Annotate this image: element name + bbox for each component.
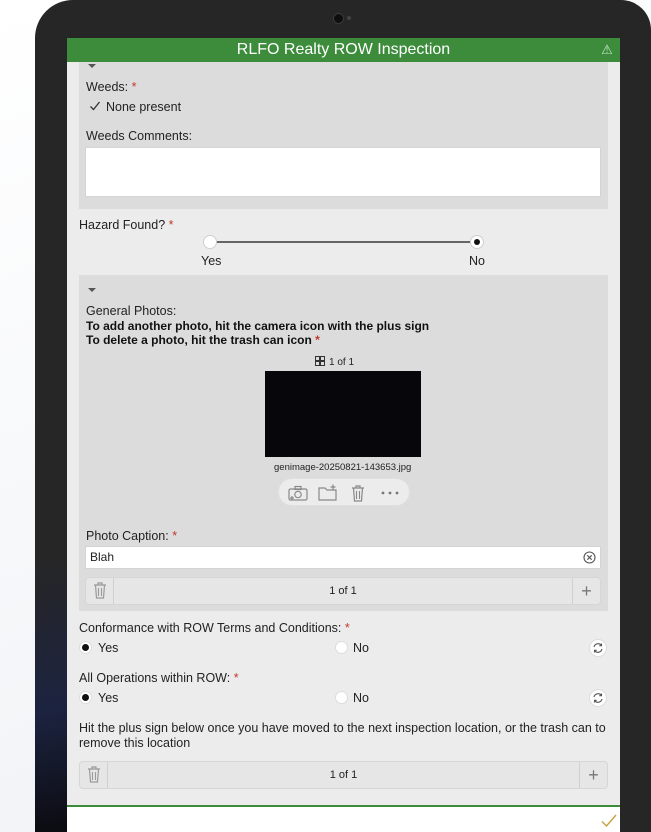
photo-caption-input[interactable]: Blah — [85, 546, 601, 569]
conformance-yes-radio[interactable] — [79, 641, 92, 654]
selected-dot — [82, 694, 89, 701]
conformance-no-radio[interactable] — [335, 641, 348, 654]
delete-location-button[interactable] — [80, 762, 108, 788]
title-bar: RLFO Realty ROW Inspection ⚠ — [67, 38, 620, 62]
submit-check-icon[interactable] — [600, 813, 618, 829]
photo-pager-count: 1 of 1 — [329, 585, 357, 597]
photo-thumbnail[interactable] — [265, 371, 421, 457]
app-title: RLFO Realty ROW Inspection — [236, 41, 451, 58]
bottom-bar — [67, 805, 620, 832]
photos-group: General Photos: To add another photo, hi… — [79, 275, 608, 611]
hazard-option-yes[interactable]: Yes — [201, 254, 221, 268]
location-pager: 1 of 1 + — [79, 761, 608, 789]
tablet-edge-reflection — [35, 560, 69, 832]
operations-option-no[interactable]: No — [353, 691, 369, 705]
photo-caption-label: Photo Caption: * — [86, 529, 178, 543]
conformance-option-yes[interactable]: Yes — [98, 641, 118, 655]
collapse-caret-icon[interactable] — [88, 64, 96, 68]
conformance-option-no[interactable]: No — [353, 641, 369, 655]
location-instruction: Hit the plus sign below once you have mo… — [79, 721, 606, 750]
alert-icon[interactable]: ⚠ — [600, 42, 614, 58]
clear-icon[interactable] — [583, 551, 596, 564]
trash-icon — [88, 766, 100, 783]
delete-photo-entry-button[interactable] — [86, 578, 114, 604]
refresh-icon — [593, 643, 603, 653]
photos-instruction-add: To add another photo, hit the camera ico… — [86, 319, 430, 333]
selected-dot — [474, 239, 480, 245]
refresh-icon — [593, 693, 603, 703]
conformance-label: Conformance with ROW Terms and Condition… — [79, 621, 350, 635]
camera-add-icon[interactable] — [287, 483, 309, 503]
survey-screen: RLFO Realty ROW Inspection ⚠ Weeds: * No… — [67, 38, 620, 832]
weeds-comments-input[interactable] — [85, 147, 601, 197]
more-options-icon[interactable] — [379, 483, 401, 503]
photos-label: General Photos: — [86, 304, 177, 318]
location-pager-count: 1 of 1 — [329, 769, 358, 781]
grid-icon — [315, 356, 325, 366]
photo-caption-value: Blah — [90, 550, 115, 564]
trash-icon — [94, 582, 106, 599]
collapse-caret-icon[interactable] — [88, 288, 96, 292]
hazard-option-yes-knob[interactable] — [203, 235, 217, 249]
selected-dot — [82, 644, 89, 651]
checkmark-icon[interactable] — [89, 100, 101, 112]
weeds-comments-label: Weeds Comments: — [86, 129, 193, 143]
photo-filename: genimage-20250821-143653.jpg — [274, 462, 412, 473]
operations-reset-button[interactable] — [589, 689, 607, 707]
photo-toolbar — [278, 478, 410, 506]
operations-option-yes[interactable]: Yes — [98, 691, 118, 705]
operations-no-radio[interactable] — [335, 691, 348, 704]
weeds-label: Weeds: * — [86, 80, 137, 94]
photo-pager: 1 of 1 + — [85, 577, 601, 605]
add-location-button[interactable]: + — [579, 762, 607, 788]
photos-instruction-delete: To delete a photo, hit the trash can ico… — [86, 333, 320, 347]
tablet-sensor — [347, 16, 351, 20]
folder-add-icon[interactable] — [317, 483, 339, 503]
hazard-label: Hazard Found? * — [79, 218, 174, 232]
trash-icon[interactable] — [347, 483, 369, 503]
conformance-reset-button[interactable] — [589, 639, 607, 657]
hazard-option-no-knob[interactable] — [470, 235, 484, 249]
operations-label: All Operations within ROW: * — [79, 671, 239, 685]
hazard-option-no[interactable]: No — [469, 254, 485, 268]
hazard-slider-track[interactable] — [209, 241, 477, 243]
tablet-camera — [334, 14, 343, 23]
operations-yes-radio[interactable] — [79, 691, 92, 704]
add-photo-entry-button[interactable]: + — [572, 578, 600, 604]
weeds-group: Weeds: * None present Weeds Comments: — [79, 62, 608, 209]
photo-counter[interactable]: 1 of 1 — [315, 356, 354, 368]
none-present-option[interactable]: None present — [106, 100, 181, 114]
